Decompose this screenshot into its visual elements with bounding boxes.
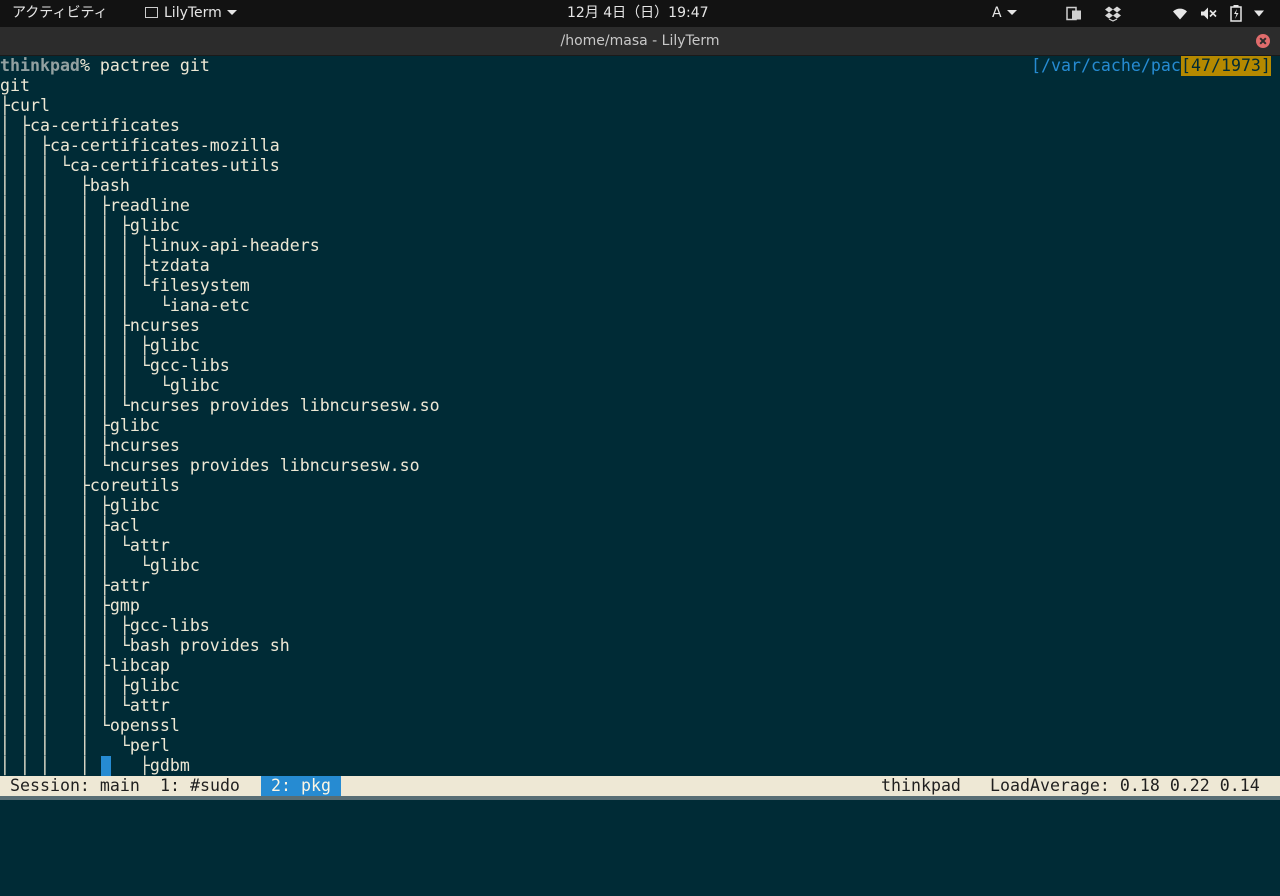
window-bottom-border <box>0 796 1280 800</box>
close-button[interactable] <box>1256 34 1270 48</box>
tree-line: │ │ │ │ ├attr <box>0 576 150 595</box>
tree-line: │ │ │ │ │ ├glibc <box>0 676 180 695</box>
tree-line: │ │ │ │ └openssl <box>0 716 180 735</box>
input-method-indicator[interactable]: A <box>992 0 1017 27</box>
tree-line: │ │ │ │ ├readline <box>0 196 190 215</box>
tree-line: │ │ │ │ │ │ └iana-etc <box>0 296 250 315</box>
input-method-label: A <box>992 5 1002 21</box>
tree-line: │ │ │ │ │ └attr <box>0 536 170 555</box>
tree-line: │ │ │ │ │ │ ├linux-api-headers <box>0 236 320 255</box>
window-tab-pkg-active[interactable]: 2: pkg <box>261 776 341 796</box>
text-cursor <box>101 756 111 776</box>
tree-line: git <box>0 76 30 95</box>
tree-line: │ │ │ │ ├gmp <box>0 596 140 615</box>
tree-line: │ │ │ │ └ncurses provides libncursesw.so <box>0 456 420 475</box>
top-bar: アクティビティ LilyTerm 12月 4日（日）19:47 A <box>0 0 1280 27</box>
tree-line: │ │ │ ├coreutils <box>0 476 180 495</box>
tree-line: │ │ │ │ │ ├gcc-libs <box>0 616 210 635</box>
volume-muted-icon[interactable] <box>1200 0 1218 27</box>
tree-line: │ │ │ │ │ │ └glibc <box>0 376 220 395</box>
tree-line: │ │ │ │ │ ├ncurses <box>0 316 200 335</box>
clipboard-icon[interactable] <box>1066 0 1082 27</box>
tree-line: ├curl <box>0 96 50 115</box>
tmux-status-bar: Session: main 1: #sudo 2: pkg thinkpad L… <box>0 776 1280 796</box>
tree-line: │ │ │ │ ├acl <box>0 516 140 535</box>
window-title: /home/masa - LilyTerm <box>560 33 720 49</box>
right-prompt-path: [/var/cache/pac <box>1031 56 1181 75</box>
prompt-hostname: thinkpad <box>0 56 80 75</box>
app-menu-button[interactable]: LilyTerm <box>145 0 237 27</box>
tree-line: │ │ │ │ │ ├glibc <box>0 216 180 235</box>
load-average: LoadAverage: 0.18 0.22 0.14 <box>990 776 1260 795</box>
status-hostname: thinkpad <box>881 776 961 795</box>
battery-icon[interactable] <box>1230 0 1242 27</box>
tree-line: │ │ │ │ └perl <box>0 736 170 755</box>
clock[interactable]: 12月 4日（日）19:47 <box>567 0 709 27</box>
tree-line: │ │ │ ├bash <box>0 176 130 195</box>
tree-line: │ │ │ │ ├gdbm <box>0 756 190 775</box>
tree-line: │ │ │ │ ├glibc <box>0 496 160 515</box>
app-menu-label: LilyTerm <box>164 5 222 21</box>
right-prompt-count: [47/1973] <box>1181 56 1271 76</box>
tree-line: │ │ │ └ca-certificates-utils <box>0 156 280 175</box>
chevron-down-icon <box>1006 10 1017 15</box>
tree-line: │ │ │ │ │ │ └filesystem <box>0 276 250 295</box>
prompt-line: thinkpad% pactree git <box>0 56 210 76</box>
prompt-command: % pactree git <box>79 56 210 75</box>
tree-line: │ │ │ │ ├ncurses <box>0 436 180 455</box>
tree-line: │ │ │ │ │ │ └gcc-libs <box>0 356 230 375</box>
window-titlebar[interactable]: /home/masa - LilyTerm <box>0 27 1280 56</box>
tree-line: │ │ │ │ │ │ ├tzdata <box>0 256 210 275</box>
window-tab-sudo[interactable]: 1: #sudo <box>160 776 240 796</box>
tree-line: │ │ │ │ │ └bash provides sh <box>0 636 290 655</box>
tree-line: │ │ │ │ ├glibc <box>0 416 160 435</box>
system-menu-chevron-icon[interactable] <box>1254 0 1264 27</box>
session-name: Session: main <box>10 776 140 795</box>
dropbox-icon[interactable] <box>1104 0 1122 27</box>
tree-line: │ │ │ │ │ └attr <box>0 696 170 715</box>
terminal-area[interactable]: thinkpad% pactree git [/var/cache/pac [4… <box>0 56 1280 776</box>
tree-line: │ │ │ │ │ └glibc <box>0 556 200 575</box>
tree-line: │ ├ca-certificates <box>0 116 180 135</box>
tree-line: │ │ ├ca-certificates-mozilla <box>0 136 280 155</box>
tree-line: │ │ │ │ │ └ncurses provides libncursesw.… <box>0 396 440 415</box>
chevron-down-icon <box>226 10 237 15</box>
tree-line: │ │ │ │ │ │ ├glibc <box>0 336 200 355</box>
terminal-icon <box>145 7 158 18</box>
wifi-icon[interactable] <box>1172 0 1188 27</box>
activities-button[interactable]: アクティビティ <box>12 0 108 27</box>
tree-line: │ │ │ │ ├libcap <box>0 656 170 675</box>
